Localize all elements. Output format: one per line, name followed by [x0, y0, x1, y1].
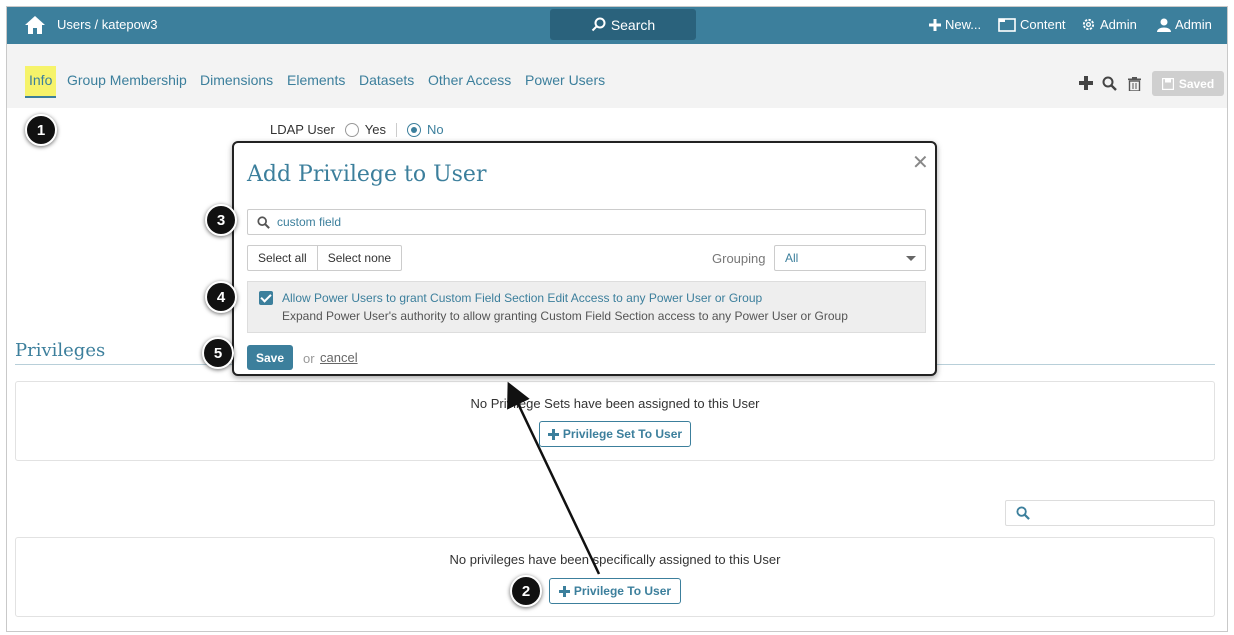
plus-icon [547, 428, 559, 440]
home-icon[interactable] [24, 15, 46, 35]
content-label: Content [1020, 17, 1066, 32]
add-privilege-set-button[interactable]: Privilege Set To User [539, 421, 691, 447]
step-badge-4: 4 [205, 281, 237, 313]
search-icon [591, 17, 606, 32]
ldap-no-label: No [427, 122, 444, 137]
new-menu[interactable]: New... [929, 17, 981, 32]
add-privilege-button[interactable]: Privilege To User [549, 578, 681, 604]
trash-icon[interactable] [1128, 77, 1141, 91]
plus-icon [929, 18, 941, 31]
step-badge-2: 2 [510, 575, 542, 607]
search-icon [1016, 506, 1030, 520]
filter-value: custom field [277, 215, 342, 229]
tab-elements[interactable]: Elements [287, 72, 345, 88]
tab-group-membership[interactable]: Group Membership [67, 72, 187, 88]
privileges-heading: Privileges [15, 340, 106, 361]
or-label: or [303, 351, 315, 366]
privilege-sets-empty-message: No Privilege Sets have been assigned to … [470, 396, 760, 411]
add-icon[interactable] [1079, 76, 1093, 90]
admin-menu[interactable]: Admin [1081, 17, 1137, 32]
privileges-empty-message: No privileges have been specifically ass… [449, 552, 781, 567]
privilege-description: Expand Power User's authority to allow g… [282, 309, 848, 323]
step-badge-3: 3 [205, 204, 237, 236]
tab-dimensions[interactable]: Dimensions [200, 72, 273, 88]
privilege-filter-input[interactable]: custom field [247, 209, 926, 235]
privilege-list-item[interactable]: Allow Power Users to grant Custom Field … [247, 281, 926, 333]
select-none-button[interactable]: Select none [316, 246, 401, 270]
tab-datasets[interactable]: Datasets [359, 72, 414, 88]
ldap-yes-label: Yes [364, 122, 387, 137]
step-badge-5: 5 [202, 337, 234, 369]
select-all-button[interactable]: Select all [248, 246, 317, 270]
user-icon [1157, 18, 1171, 32]
folder-icon [998, 17, 1016, 32]
ldap-yes-radio[interactable] [344, 122, 359, 137]
add-privilege-label: Privilege To User [573, 584, 672, 598]
ldap-no-radio[interactable] [407, 122, 422, 137]
top-bar: Users / katepow3 Search New... Content A… [7, 7, 1227, 44]
privilege-checkbox[interactable] [259, 291, 273, 305]
plus-icon [558, 585, 570, 597]
add-privilege-set-label: Privilege Set To User [562, 427, 683, 441]
tab-power-users[interactable]: Power Users [525, 72, 605, 88]
admin-label: Admin [1100, 17, 1137, 32]
tab-other-access[interactable]: Other Access [428, 72, 511, 88]
ldap-label: LDAP User [270, 122, 335, 137]
user-label: Admin [1175, 17, 1212, 32]
floppy-icon [1161, 77, 1174, 90]
grouping-select[interactable]: All [774, 245, 926, 271]
cancel-link[interactable]: cancel [320, 350, 358, 365]
saved-label: Saved [1178, 76, 1215, 91]
tab-bar: Info Group Membership Dimensions Element… [7, 44, 1227, 108]
add-privilege-dialog: Add Privilege to User ✕ custom field Sel… [232, 141, 937, 376]
selection-button-group: Select all Select none [247, 245, 403, 271]
chevron-down-icon [906, 256, 916, 261]
dialog-title: Add Privilege to User [247, 162, 487, 187]
ldap-user-field: LDAP User Yes No [270, 122, 444, 137]
grouping-value: All [785, 251, 799, 265]
gear-icon [1082, 18, 1095, 31]
new-label: New... [945, 17, 982, 32]
close-icon[interactable]: ✕ [912, 153, 929, 173]
saved-button[interactable]: Saved [1152, 71, 1224, 96]
privileges-panel: No privileges have been specifically ass… [15, 537, 1215, 617]
save-button[interactable]: Save [247, 345, 293, 370]
tab-info[interactable]: Info [25, 66, 57, 98]
user-menu[interactable]: Admin [1157, 17, 1212, 32]
divider [396, 122, 398, 137]
privilege-sets-panel: No Privilege Sets have been assigned to … [15, 381, 1215, 461]
app-window: Users / katepow3 Search New... Content A… [6, 6, 1228, 632]
privilege-name: Allow Power Users to grant Custom Field … [282, 291, 763, 305]
global-search-button[interactable]: Search [550, 9, 696, 40]
breadcrumb[interactable]: Users / katepow3 [57, 17, 157, 32]
step-badge-1: 1 [25, 114, 57, 146]
search-label: Search [610, 16, 656, 33]
search-icon[interactable] [1102, 76, 1117, 91]
content-menu[interactable]: Content [998, 17, 1066, 32]
grouping-label: Grouping [712, 251, 766, 266]
search-icon [257, 215, 270, 229]
privilege-search-input[interactable] [1005, 500, 1215, 526]
